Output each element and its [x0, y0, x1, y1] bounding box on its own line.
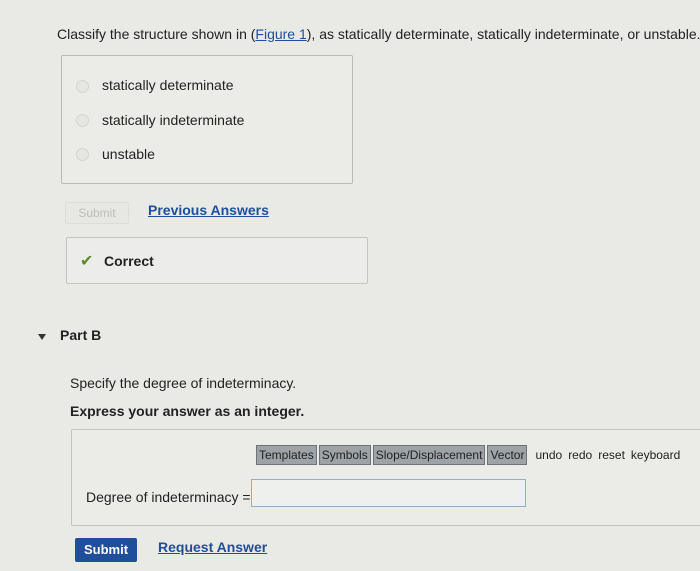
- reset-button[interactable]: reset: [598, 448, 625, 462]
- feedback-label: Correct: [104, 253, 154, 269]
- figure-link[interactable]: Figure 1: [255, 26, 306, 42]
- degree-label: Degree of indeterminacy =: [86, 489, 251, 505]
- previous-answers-link[interactable]: Previous Answers: [148, 202, 269, 218]
- part-b-title[interactable]: Part B: [60, 327, 101, 343]
- choice-statically-indeterminate[interactable]: statically indeterminate: [102, 112, 244, 128]
- answer-area: Templates Symbols Slope/Displacement Vec…: [71, 429, 700, 526]
- symbols-button[interactable]: Symbols: [318, 445, 371, 465]
- slope-displacement-button[interactable]: Slope/Displacement: [372, 445, 486, 465]
- choice-radio-determinate[interactable]: [76, 80, 89, 93]
- question-text: Classify the structure shown in (Figure …: [57, 26, 700, 42]
- choice-radio-unstable[interactable]: [76, 148, 89, 161]
- redo-button[interactable]: redo: [568, 448, 592, 462]
- part-b-instruction: Express your answer as an integer.: [70, 403, 305, 419]
- submit-button[interactable]: Submit: [75, 538, 137, 562]
- choice-unstable[interactable]: unstable: [102, 146, 155, 162]
- vector-button[interactable]: Vector: [487, 445, 528, 465]
- feedback-box: ✔ Correct: [66, 237, 368, 284]
- answer-choices: statically determinate statically indete…: [61, 55, 353, 184]
- part-b-prompt: Specify the degree of indeterminacy.: [70, 375, 297, 391]
- choice-statically-determinate[interactable]: statically determinate: [102, 77, 234, 93]
- request-answer-link[interactable]: Request Answer: [158, 539, 267, 555]
- equation-toolbar: Templates Symbols Slope/Displacement Vec…: [256, 445, 680, 465]
- checkmark-icon: ✔: [80, 253, 94, 270]
- triangle-down-icon[interactable]: [38, 334, 46, 340]
- choice-radio-indeterminate[interactable]: [76, 114, 89, 127]
- undo-button[interactable]: undo: [535, 448, 562, 462]
- templates-button[interactable]: Templates: [256, 445, 317, 465]
- submit-button-disabled: Submit: [65, 202, 129, 224]
- keyboard-button[interactable]: keyboard: [631, 448, 680, 462]
- degree-input[interactable]: [251, 479, 526, 507]
